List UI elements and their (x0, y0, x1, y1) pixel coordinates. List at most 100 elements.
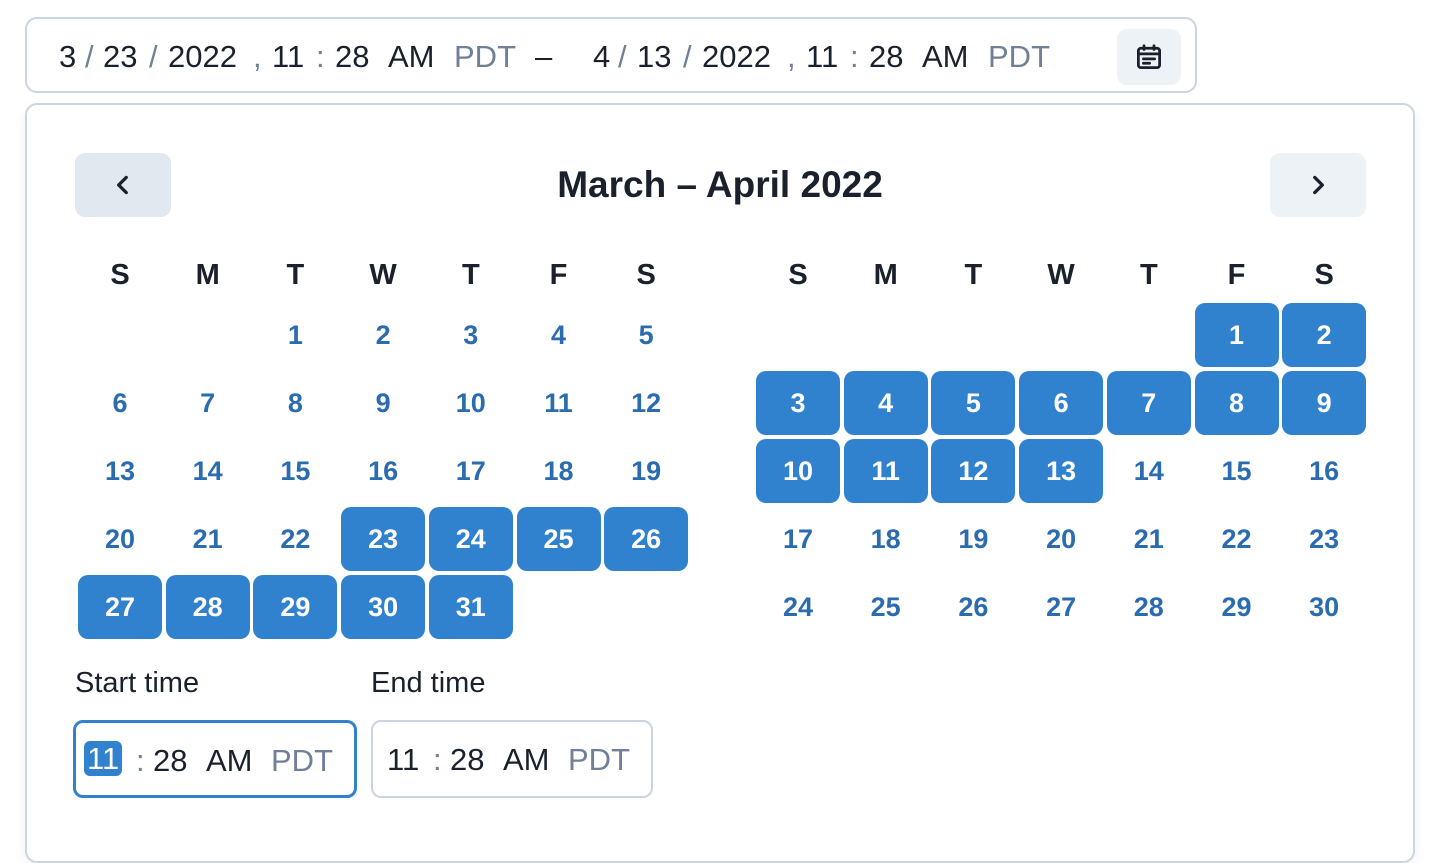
end-minute-segment[interactable]: 28 (869, 39, 903, 75)
end-time-timezone: PDT (568, 742, 630, 777)
calendar-day[interactable]: 21 (166, 507, 250, 571)
separator: / (618, 39, 627, 74)
calendar-day[interactable]: 11 (843, 439, 928, 503)
calendar-day[interactable]: 23 (341, 507, 426, 571)
calendar-day[interactable]: 1 (253, 303, 337, 367)
start-time-timezone: PDT (271, 743, 333, 778)
calendar-day[interactable]: 4 (517, 303, 601, 367)
calendar-heading: March – April 2022 (557, 164, 883, 205)
start-time-minute-segment[interactable]: 28 (153, 743, 187, 779)
calendar-day[interactable]: 18 (517, 439, 601, 503)
calendar-day[interactable]: 15 (1195, 439, 1279, 503)
start-year-segment[interactable]: 2022 (168, 39, 237, 75)
date-range-field[interactable]: 3 / 23 / 2022 , 11 : 28 AM PDT – 4 / 13 … (25, 17, 1197, 93)
start-time-hour-segment[interactable]: 11 (84, 741, 123, 776)
calendar-day[interactable]: 3 (429, 303, 513, 367)
calendar-day[interactable]: 19 (604, 439, 688, 503)
weekday-header: T (286, 259, 305, 291)
calendar-day[interactable]: 14 (1107, 439, 1191, 503)
calendar-day[interactable]: 15 (253, 439, 337, 503)
separator: , (787, 39, 796, 74)
start-hour-segment[interactable]: 11 (272, 39, 304, 75)
calendar-day[interactable]: 6 (1019, 371, 1104, 435)
calendar-day[interactable]: 18 (844, 507, 928, 571)
end-time-ampm-segment[interactable]: AM (503, 742, 550, 778)
calendar-day[interactable]: 7 (1106, 371, 1191, 435)
calendar-day[interactable]: 8 (253, 371, 337, 435)
calendar-day[interactable]: 24 (756, 575, 840, 639)
end-hour-segment[interactable]: 11 (806, 39, 838, 75)
calendar-day[interactable]: 20 (78, 507, 162, 571)
calendar-day[interactable]: 19 (931, 507, 1015, 571)
calendar-day[interactable]: 27 (1019, 575, 1103, 639)
end-time-label: End time (371, 667, 486, 699)
start-month-segment[interactable]: 3 (59, 39, 76, 75)
calendar-day[interactable]: 13 (78, 439, 162, 503)
calendar-button[interactable] (1117, 29, 1181, 85)
calendar-day[interactable]: 26 (931, 575, 1015, 639)
calendar-day[interactable]: 4 (843, 371, 928, 435)
calendar-day[interactable]: 28 (1107, 575, 1191, 639)
calendar-day[interactable]: 22 (1195, 507, 1279, 571)
calendar-day[interactable]: 8 (1194, 371, 1279, 435)
calendar-day[interactable]: 31 (428, 575, 513, 639)
calendar-day[interactable]: 5 (931, 371, 1016, 435)
calendar-day[interactable]: 25 (516, 507, 601, 571)
calendar-day[interactable]: 30 (1282, 575, 1366, 639)
next-month-button[interactable] (1270, 153, 1366, 217)
calendar-day[interactable]: 17 (756, 507, 840, 571)
calendar-day[interactable]: 12 (931, 439, 1016, 503)
calendar-day[interactable]: 27 (78, 575, 162, 639)
start-ampm-segment[interactable]: AM (388, 39, 435, 75)
end-time-field[interactable]: 11 : 28 AM PDT (371, 720, 653, 798)
end-time-hour-segment[interactable]: 11 (387, 742, 419, 778)
end-year-segment[interactable]: 2022 (702, 39, 771, 75)
calendar-day[interactable]: 17 (429, 439, 513, 503)
weekday-header: M (195, 259, 220, 291)
calendar-day[interactable]: 12 (604, 371, 688, 435)
calendar-day[interactable]: 2 (341, 303, 425, 367)
weekday-header: S (788, 259, 808, 291)
start-day-segment[interactable]: 23 (103, 39, 137, 75)
calendar-day[interactable]: 25 (844, 575, 928, 639)
separator: : (850, 39, 859, 74)
calendar-day[interactable]: 14 (166, 439, 250, 503)
separator: / (85, 39, 94, 74)
range-dash: – (535, 39, 553, 74)
calendar-day[interactable]: 21 (1107, 507, 1191, 571)
calendar-day[interactable]: 24 (428, 507, 513, 571)
calendar-day[interactable]: 6 (78, 371, 162, 435)
calendar-day[interactable]: 16 (1282, 439, 1366, 503)
calendar-day[interactable]: 29 (253, 575, 338, 639)
calendar-day[interactable]: 10 (429, 371, 513, 435)
calendar-day[interactable]: 26 (604, 507, 689, 571)
calendar-day[interactable]: 2 (1282, 303, 1367, 367)
start-time-ampm-segment[interactable]: AM (206, 743, 253, 779)
weekday-header: M (873, 259, 898, 291)
calendar-day[interactable]: 10 (756, 439, 840, 503)
end-time-minute-segment[interactable]: 28 (450, 742, 484, 778)
calendar-day[interactable]: 30 (341, 575, 426, 639)
calendar-day[interactable]: 20 (1019, 507, 1103, 571)
calendar-day[interactable]: 3 (756, 371, 840, 435)
start-time-label: Start time (75, 667, 200, 699)
end-month-segment[interactable]: 4 (593, 39, 610, 75)
calendar-day[interactable]: 16 (341, 439, 425, 503)
end-ampm-segment[interactable]: AM (922, 39, 969, 75)
calendar-day[interactable]: 9 (341, 371, 425, 435)
calendar-day[interactable]: 29 (1195, 575, 1279, 639)
calendar-day[interactable]: 28 (165, 575, 250, 639)
calendar-day[interactable]: 9 (1282, 371, 1367, 435)
calendar-day[interactable]: 22 (253, 507, 337, 571)
calendar-day[interactable]: 11 (517, 371, 601, 435)
calendar-day[interactable]: 1 (1194, 303, 1279, 367)
weekday-header: W (369, 259, 397, 291)
separator: : (316, 39, 325, 74)
end-day-segment[interactable]: 13 (637, 39, 671, 75)
calendar-day[interactable]: 23 (1282, 507, 1366, 571)
start-minute-segment[interactable]: 28 (335, 39, 369, 75)
calendar-day[interactable]: 13 (1019, 439, 1104, 503)
calendar-day[interactable]: 7 (166, 371, 250, 435)
start-time-field[interactable]: 11 : 28 AM PDT (73, 720, 357, 798)
calendar-day[interactable]: 5 (604, 303, 688, 367)
